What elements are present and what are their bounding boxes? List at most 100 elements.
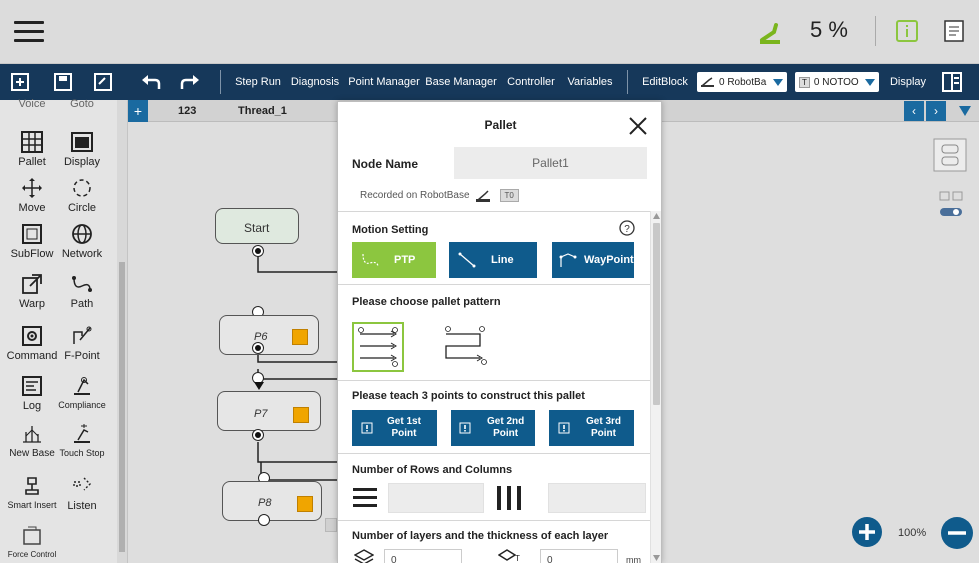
diagnosis-button[interactable]: Diagnosis [291, 64, 339, 100]
controller-button[interactable]: Controller [505, 64, 557, 100]
undo-icon[interactable] [141, 73, 161, 91]
toolbar-divider [220, 70, 221, 94]
node-label: Circle [67, 202, 97, 214]
alert-icon [459, 422, 471, 434]
node-network[interactable]: Network [56, 222, 108, 260]
editblock-button[interactable]: EditBlock [642, 64, 688, 100]
node-move[interactable]: Move [6, 176, 58, 214]
tab-project[interactable]: 123 [178, 100, 196, 122]
thickness-input[interactable]: 0 [540, 549, 618, 563]
help-icon[interactable]: ? [619, 220, 635, 236]
node-path[interactable]: Path [56, 272, 108, 310]
tool-select[interactable]: T 0 NOTOO [795, 72, 879, 92]
dialog-scrollbar[interactable] [650, 211, 661, 563]
point-marker-icon [292, 329, 308, 345]
info-icon[interactable] [896, 20, 918, 42]
pallet-grid-icon [21, 131, 43, 153]
columns-icon [497, 486, 521, 510]
node-voice[interactable]: Voice [6, 96, 58, 110]
ptp-button[interactable]: PTP [352, 242, 436, 278]
node-display[interactable]: Display [56, 130, 108, 168]
chevron-down-icon [773, 78, 783, 86]
scroll-up-icon[interactable] [653, 213, 660, 219]
node-goto[interactable]: Goto [56, 96, 108, 110]
node-circle[interactable]: Circle [56, 176, 108, 214]
display-button[interactable]: Display [890, 64, 926, 100]
p7-output-port[interactable] [252, 429, 264, 441]
node-name-field[interactable]: Pallet1 [454, 147, 647, 179]
zoom-in-icon[interactable] [851, 516, 883, 548]
redo-icon[interactable] [180, 73, 200, 91]
thickness-icon [498, 549, 516, 561]
start-output-port[interactable] [252, 245, 264, 257]
node-log[interactable]: Log [6, 374, 58, 412]
hamburger-icon[interactable] [10, 14, 48, 48]
dialog-title: Pallet [484, 118, 517, 132]
pattern-parallel-option[interactable] [352, 322, 404, 372]
step-run-button[interactable]: Step Run [235, 64, 281, 100]
get-1st-point-button[interactable]: Get 1st Point [352, 410, 437, 446]
chevron-right-icon[interactable]: › [926, 101, 946, 121]
f-point-icon [73, 326, 92, 344]
rows-input[interactable] [388, 483, 484, 513]
line-label: Line [491, 254, 514, 266]
save-as-icon[interactable] [93, 72, 113, 92]
speed-percentage[interactable]: 5 % [810, 17, 848, 43]
pattern-zigzag-icon [445, 326, 487, 365]
zoom-out-icon[interactable] [940, 516, 974, 550]
tab-thread[interactable]: Thread_1 [238, 100, 287, 122]
chevron-down-icon[interactable] [959, 106, 971, 116]
node-force-control[interactable]: Force Control [6, 524, 58, 559]
pattern-zigzag-option[interactable] [438, 322, 496, 372]
waypoint-button[interactable]: WayPoint [552, 242, 634, 278]
node-listen[interactable]: Listen [56, 474, 108, 512]
close-icon[interactable] [628, 116, 648, 136]
view-layout-icon[interactable] [933, 138, 967, 172]
node-compliance[interactable]: Compliance [56, 374, 108, 410]
node-touch-stop[interactable]: Touch Stop [56, 422, 108, 458]
new-base-icon [23, 426, 41, 443]
rows-icon [353, 488, 377, 507]
chevron-left-icon[interactable]: ‹ [904, 101, 924, 121]
node-new-base[interactable]: New Base [6, 422, 58, 459]
dialog-scroll-thumb[interactable] [653, 223, 660, 405]
node-command[interactable]: Command [6, 324, 58, 362]
get-2nd-point-button[interactable]: Get 2nd Point [451, 410, 535, 446]
node-f-point[interactable]: F-Point [56, 324, 108, 362]
variables-button[interactable]: Variables [565, 64, 615, 100]
robot-base-select[interactable]: 0 RobotBa [697, 72, 787, 92]
p6-output-port[interactable] [252, 342, 264, 354]
save-file-icon[interactable] [53, 72, 73, 92]
section-title: Please choose pallet pattern [352, 296, 501, 308]
force-control-icon [23, 526, 41, 545]
columns-input[interactable] [548, 483, 646, 513]
canvas-handle[interactable] [325, 518, 337, 532]
add-tab-button[interactable]: + [128, 100, 148, 122]
node-label: Goto [70, 98, 94, 110]
palette-scrollbar[interactable] [117, 100, 127, 563]
palette-scroll-thumb[interactable] [119, 262, 125, 552]
line-button[interactable]: Line [449, 242, 537, 278]
toggle-off-icon[interactable] [938, 190, 964, 220]
p8-output-port[interactable] [258, 514, 270, 526]
base-manager-button[interactable]: Base Manager [425, 64, 497, 100]
command-icon [22, 326, 42, 346]
button-line1: Get 1st [387, 416, 421, 427]
thickness-unit: mm [626, 555, 641, 563]
layout-panel-icon[interactable] [942, 72, 962, 92]
layers-section: Number of layers and the thickness of ea… [338, 520, 650, 563]
scroll-down-icon[interactable] [653, 555, 660, 561]
p7-node-label: P7 [254, 408, 268, 420]
p8-node-label: P8 [258, 497, 272, 509]
layers-input[interactable]: 0 [384, 549, 462, 563]
node-label: F-Point [64, 350, 100, 362]
get-3rd-point-button[interactable]: Get 3rd Point [549, 410, 634, 446]
node-smart-insert[interactable]: Smart Insert [6, 474, 58, 510]
node-subflow[interactable]: SubFlow [6, 222, 58, 260]
node-pallet[interactable]: Pallet [6, 130, 58, 168]
point-manager-button[interactable]: Point Manager [348, 64, 420, 100]
document-icon[interactable] [944, 20, 964, 42]
node-warp[interactable]: Warp [6, 272, 58, 310]
toolbar-divider [627, 70, 628, 94]
new-file-icon[interactable] [10, 72, 30, 92]
